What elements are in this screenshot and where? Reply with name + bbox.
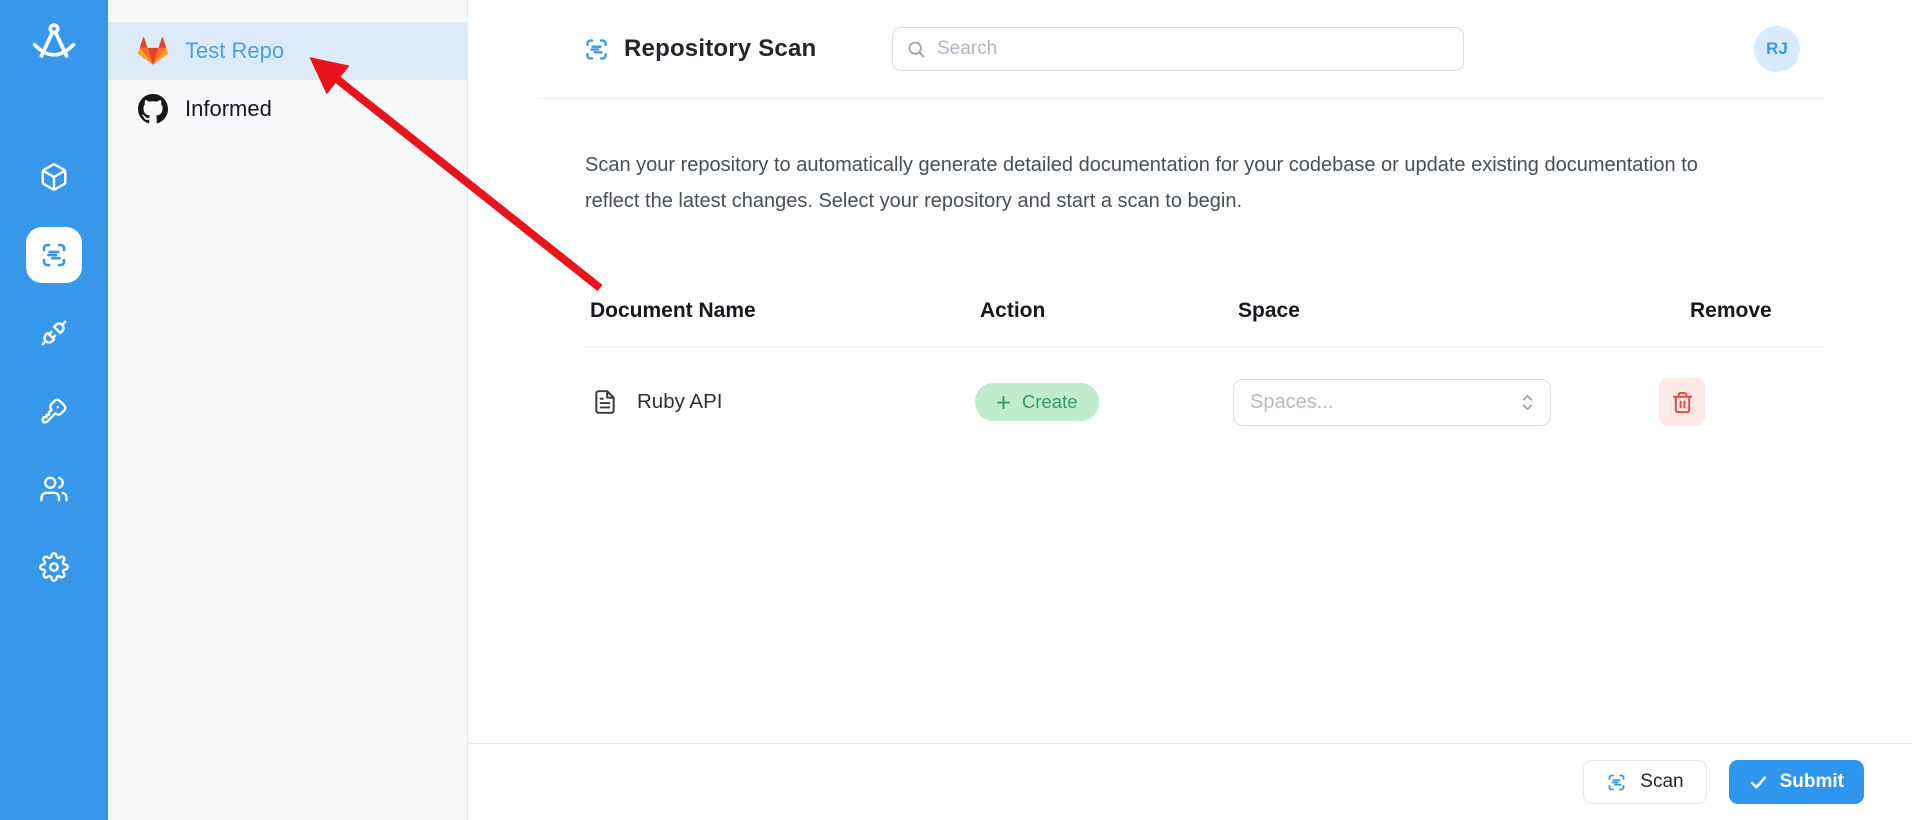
app-logo[interactable]: [26, 16, 82, 72]
space-cell: Spaces...: [1233, 378, 1685, 426]
drafting-compass-icon: [32, 23, 76, 58]
footer-action-bar: Scan Submit: [468, 743, 1912, 820]
trash-icon: [1672, 391, 1692, 413]
scan-table: Document Name Action Space Remove Ruby A…: [585, 299, 1824, 426]
user-avatar[interactable]: RJ: [1754, 26, 1800, 72]
sidebar-item-connections[interactable]: [0, 294, 108, 372]
remove-cell: [1659, 378, 1824, 426]
plus-icon: [996, 395, 1011, 409]
scan-icon: [586, 38, 607, 60]
page-title-group: Repository Scan: [583, 35, 816, 63]
gitlab-icon: [138, 36, 168, 66]
document-name-cell: Ruby API: [585, 389, 975, 415]
file-text-icon: [595, 390, 615, 414]
key-icon: [41, 398, 67, 424]
submit-button[interactable]: Submit: [1728, 760, 1864, 804]
scan-button-label: Scan: [1640, 771, 1684, 792]
check-icon: [1750, 775, 1766, 789]
sidebar-item-keys[interactable]: [0, 372, 108, 450]
delete-row-button[interactable]: [1659, 378, 1705, 426]
repository-panel: Test Repo Informed: [108, 0, 468, 820]
plug-icon: [41, 320, 67, 346]
page-description: Scan your repository to automatically ge…: [585, 154, 1698, 212]
space-select[interactable]: Spaces...: [1233, 378, 1551, 426]
main-header: Repository Scan RJ: [538, 0, 1824, 99]
document-name: Ruby API: [637, 390, 723, 413]
gear-icon: [39, 552, 69, 582]
main-content: Scan your repository to automatically ge…: [468, 99, 1912, 743]
repo-item-label: Test Repo: [185, 38, 285, 63]
main-area: Repository Scan RJ Scan your repository …: [468, 0, 1912, 820]
package-box-icon: [41, 163, 67, 191]
create-button[interactable]: Create: [975, 383, 1099, 421]
scan-icon: [42, 243, 66, 267]
repo-item-label: Informed: [185, 96, 272, 121]
column-header-action: Action: [980, 299, 1046, 322]
column-header-remove: Remove: [1690, 299, 1772, 322]
avatar-initials: RJ: [1766, 39, 1788, 58]
action-cell: Create: [975, 383, 1233, 421]
scan-button[interactable]: Scan: [1583, 760, 1707, 804]
chevron-up-down-icon: [1522, 394, 1533, 410]
column-header-space: Space: [1238, 299, 1300, 322]
scan-icon: [1608, 774, 1625, 790]
space-select-placeholder: Spaces...: [1250, 390, 1334, 413]
repo-item-informed[interactable]: Informed: [108, 80, 467, 138]
users-icon: [40, 476, 68, 502]
table-header-row: Document Name Action Space Remove: [585, 299, 1824, 348]
submit-button-label: Submit: [1779, 771, 1844, 792]
repo-item-test-repo[interactable]: Test Repo: [108, 22, 467, 80]
sidebar-item-users[interactable]: [0, 450, 108, 528]
icon-sidebar: [0, 0, 108, 820]
sidebar-item-settings[interactable]: [0, 528, 108, 606]
sidebar-item-repository-scan[interactable]: [0, 216, 108, 294]
search-icon: [908, 41, 925, 57]
column-header-document-name: Document Name: [590, 299, 756, 322]
page-title: Repository Scan: [624, 35, 817, 62]
github-icon: [138, 94, 168, 124]
sidebar-item-packages[interactable]: [0, 138, 108, 216]
sidebar-nav: [0, 138, 108, 606]
create-button-label: Create: [1022, 391, 1078, 412]
search-box: [892, 27, 1464, 71]
search-input[interactable]: [937, 38, 1450, 60]
app-window: Test Repo Informed Repository Scan Searc…: [0, 0, 1912, 820]
table-row: Ruby API Create Spaces...: [585, 348, 1824, 426]
